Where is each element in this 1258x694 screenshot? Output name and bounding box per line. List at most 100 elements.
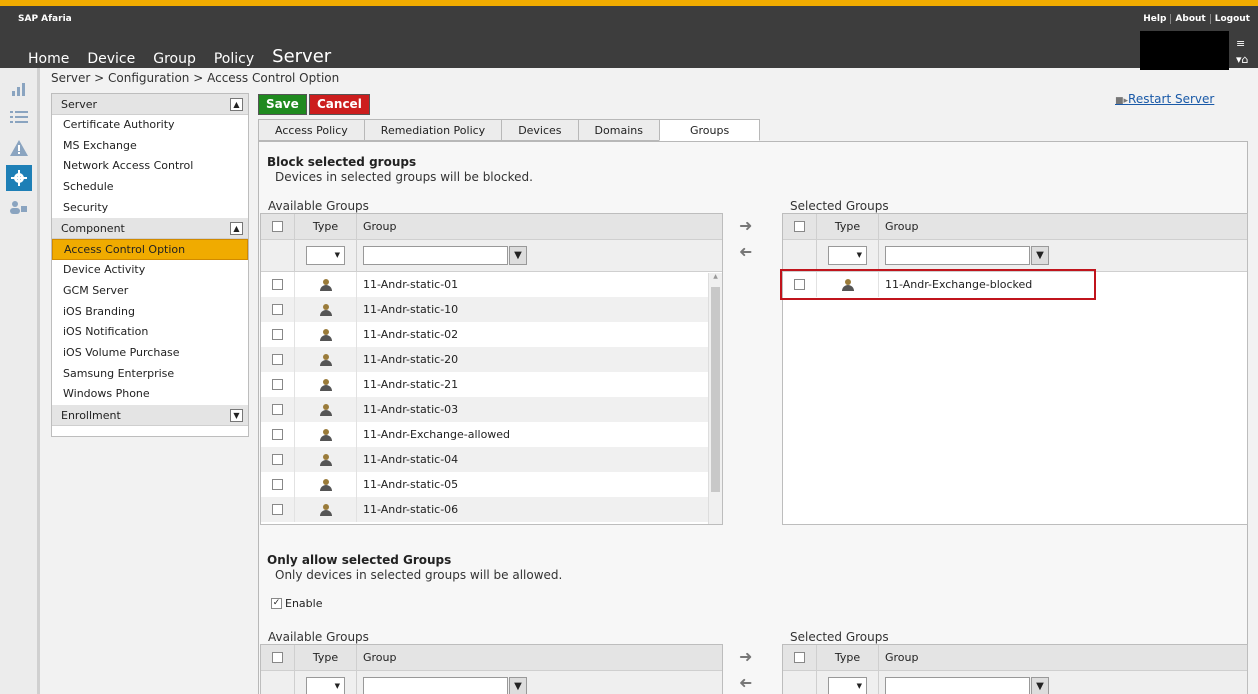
group-filter-input[interactable] bbox=[885, 677, 1030, 694]
sidebar-item-samsung-enterprise[interactable]: Samsung Enterprise bbox=[52, 364, 248, 385]
move-right-arrow-icon[interactable]: ➜ bbox=[739, 647, 752, 666]
sidebar-item-ios-branding[interactable]: iOS Branding bbox=[52, 302, 248, 323]
nav-home[interactable]: Home bbox=[28, 51, 69, 67]
type-filter-select[interactable]: ▼ bbox=[306, 677, 345, 694]
type-column-header[interactable]: Type bbox=[817, 645, 879, 670]
enable-checkbox[interactable]: ✓ bbox=[271, 598, 282, 609]
allow-section-title: Only allow selected Groups bbox=[267, 553, 452, 567]
available-groups-grid: Type Group ▼ ▼ 11-Andr-static-01 11-Andr-… bbox=[260, 213, 723, 525]
sidebar-item-schedule[interactable]: Schedule bbox=[52, 177, 248, 198]
nav-device[interactable]: Device bbox=[87, 51, 135, 67]
about-link[interactable]: About bbox=[1170, 14, 1209, 24]
sidebar-section-server[interactable]: Server ▲ bbox=[52, 94, 248, 115]
allow-section-description: Only devices in selected groups will be … bbox=[275, 568, 563, 582]
group-filter-input[interactable] bbox=[885, 246, 1030, 265]
type-column-header[interactable]: Type bbox=[295, 214, 357, 239]
type-column-header[interactable]: Type bbox=[295, 645, 357, 670]
type-filter-select[interactable]: ▼ bbox=[828, 246, 867, 265]
table-row[interactable]: 11-Andr-Exchange-allowed bbox=[261, 422, 722, 447]
home-dropdown-icon[interactable]: ▾⌂ bbox=[1236, 52, 1249, 68]
group-column-header[interactable]: Group bbox=[357, 214, 722, 239]
move-left-arrow-icon[interactable]: ➜ bbox=[739, 673, 752, 692]
row-checkbox[interactable] bbox=[272, 329, 283, 340]
sidebar-item-access-control-option[interactable]: Access Control Option bbox=[52, 239, 248, 261]
sidebar-item-network-access-control[interactable]: Network Access Control bbox=[52, 156, 248, 177]
list-icon[interactable] bbox=[6, 104, 32, 130]
group-filter-input[interactable] bbox=[363, 246, 508, 265]
chart-icon[interactable] bbox=[6, 76, 32, 102]
sidebar-item-certificate-authority[interactable]: Certificate Authority bbox=[52, 115, 248, 136]
tab-groups[interactable]: Groups bbox=[658, 119, 761, 141]
tab-devices[interactable]: Devices bbox=[501, 119, 578, 141]
group-column-header[interactable]: Group bbox=[879, 214, 1247, 239]
type-filter-select[interactable]: ▼ bbox=[306, 246, 345, 265]
nav-server[interactable]: Server bbox=[272, 46, 331, 67]
alert-icon[interactable] bbox=[6, 135, 32, 161]
database-icon[interactable]: ≡ bbox=[1236, 36, 1249, 52]
sidebar-item-ms-exchange[interactable]: MS Exchange bbox=[52, 136, 248, 157]
table-row[interactable]: 11-Andr-static-10 bbox=[261, 297, 722, 322]
type-column-header[interactable]: Type bbox=[817, 214, 879, 239]
user-lock-icon[interactable] bbox=[6, 194, 32, 220]
table-row[interactable]: 11-Andr-static-04 bbox=[261, 447, 722, 472]
table-row[interactable]: 11-Andr-static-20 bbox=[261, 347, 722, 372]
logout-link[interactable]: Logout bbox=[1209, 14, 1254, 24]
table-row[interactable]: 11-Andr-static-06 bbox=[261, 497, 722, 522]
row-checkbox[interactable] bbox=[272, 379, 283, 390]
row-checkbox[interactable] bbox=[272, 479, 283, 490]
sidebar-section-component[interactable]: Component ▲ bbox=[52, 218, 248, 240]
filter-icon[interactable]: ▼ bbox=[509, 677, 527, 694]
scroll-thumb[interactable] bbox=[711, 287, 720, 492]
row-checkbox[interactable] bbox=[272, 404, 283, 415]
row-checkbox[interactable] bbox=[272, 429, 283, 440]
group-column-header[interactable]: Group bbox=[357, 645, 722, 670]
scrollbar[interactable]: ▲ bbox=[708, 273, 722, 524]
select-all-checkbox[interactable] bbox=[794, 221, 805, 232]
group-column-header[interactable]: Group bbox=[879, 645, 1247, 670]
restart-server-link[interactable]: ■▸Restart Server bbox=[1115, 92, 1214, 106]
row-checkbox[interactable] bbox=[272, 304, 283, 315]
sidebar-item-device-activity[interactable]: Device Activity bbox=[52, 260, 248, 281]
filter-icon[interactable]: ▼ bbox=[1031, 677, 1049, 694]
collapse-icon[interactable]: ▲ bbox=[230, 98, 243, 111]
group-filter-input[interactable] bbox=[363, 677, 508, 694]
table-row[interactable]: 11-Andr-static-02 bbox=[261, 322, 722, 347]
help-link[interactable]: Help bbox=[1139, 14, 1170, 24]
section-title: Enrollment bbox=[61, 408, 121, 422]
tab-domains[interactable]: Domains bbox=[577, 119, 659, 141]
cancel-button[interactable]: Cancel bbox=[309, 94, 370, 115]
save-button[interactable]: Save bbox=[258, 94, 307, 115]
filter-icon[interactable]: ▼ bbox=[509, 246, 527, 265]
collapse-icon[interactable]: ▲ bbox=[230, 222, 243, 236]
select-all-checkbox[interactable] bbox=[794, 652, 805, 663]
select-all-checkbox[interactable] bbox=[272, 221, 283, 232]
table-row[interactable]: 11-Andr-static-01 bbox=[261, 272, 722, 297]
expand-icon[interactable]: ▼ bbox=[230, 408, 243, 422]
sidebar-section-enrollment[interactable]: Enrollment ▼ bbox=[52, 404, 248, 426]
tab-remediation-policy[interactable]: Remediation Policy bbox=[363, 119, 502, 141]
sidebar-item-windows-phone[interactable]: Windows Phone bbox=[52, 384, 248, 405]
row-checkbox[interactable] bbox=[272, 279, 283, 290]
row-checkbox[interactable] bbox=[272, 454, 283, 465]
tab-access-policy[interactable]: Access Policy bbox=[258, 119, 364, 141]
sidebar-item-ios-volume-purchase[interactable]: iOS Volume Purchase bbox=[52, 343, 248, 364]
grid-filter-row: ▼ ▼ bbox=[261, 671, 722, 694]
sidebar-item-ios-notification[interactable]: iOS Notification bbox=[52, 322, 248, 343]
row-checkbox[interactable] bbox=[272, 354, 283, 365]
scroll-up-icon[interactable]: ▲ bbox=[709, 273, 722, 280]
sidebar-item-gcm-server[interactable]: GCM Server bbox=[52, 281, 248, 302]
move-right-arrow-icon[interactable]: ➜ bbox=[739, 216, 752, 235]
move-left-arrow-icon[interactable]: ➜ bbox=[739, 242, 752, 261]
row-checkbox[interactable] bbox=[272, 504, 283, 515]
enable-checkbox-row[interactable]: ✓ Enable bbox=[271, 597, 322, 610]
select-all-checkbox[interactable] bbox=[272, 652, 283, 663]
table-row[interactable]: 11-Andr-static-05 bbox=[261, 472, 722, 497]
nav-group[interactable]: Group bbox=[153, 51, 196, 67]
sidebar-item-security[interactable]: Security bbox=[52, 198, 248, 219]
table-row[interactable]: 11-Andr-static-21 bbox=[261, 372, 722, 397]
gear-icon[interactable] bbox=[6, 165, 32, 191]
filter-icon[interactable]: ▼ bbox=[1031, 246, 1049, 265]
nav-policy[interactable]: Policy bbox=[214, 51, 254, 67]
table-row[interactable]: 11-Andr-static-03 bbox=[261, 397, 722, 422]
type-filter-select[interactable]: ▼ bbox=[828, 677, 867, 694]
